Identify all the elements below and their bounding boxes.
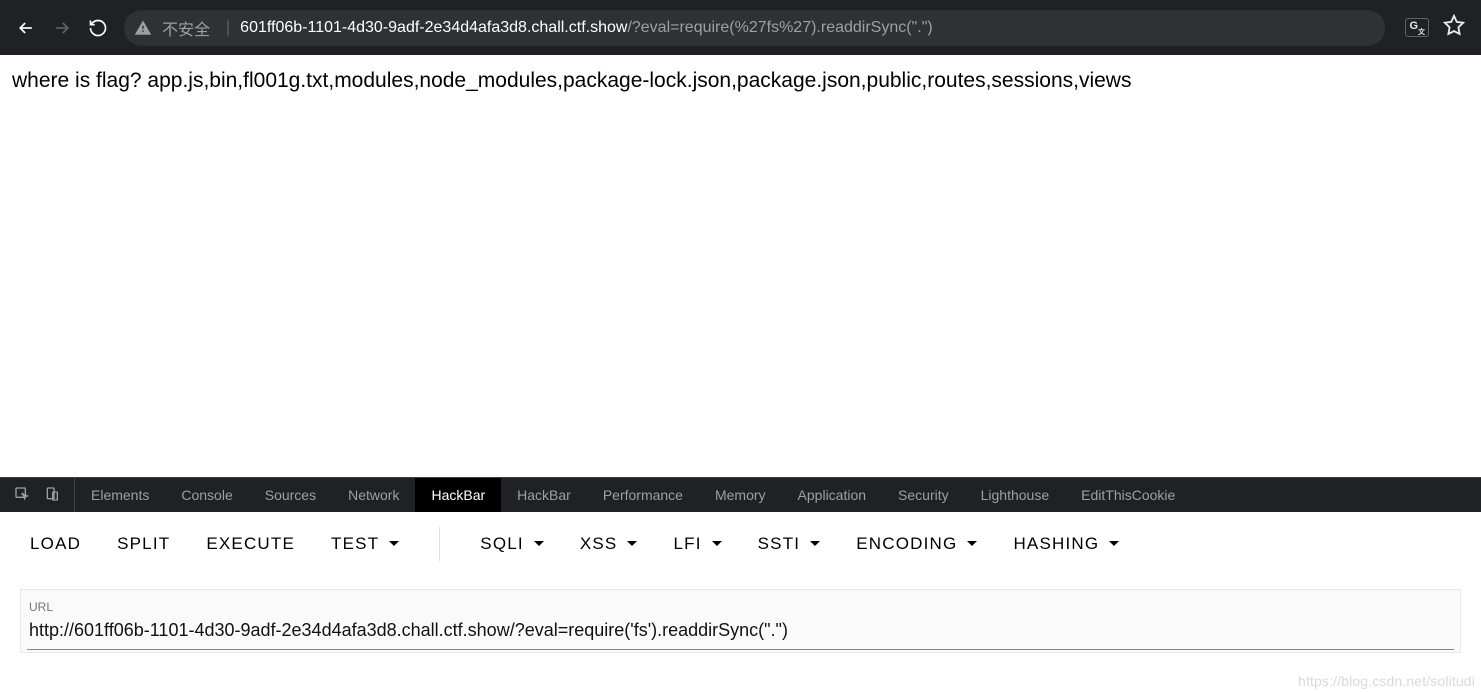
- insecure-label: 不安全: [162, 16, 210, 40]
- back-button[interactable]: [8, 10, 44, 46]
- hackbar-test-dropdown[interactable]: TEST: [331, 534, 399, 554]
- caret-down-icon: [967, 541, 977, 546]
- device-toggle-icon[interactable]: [44, 486, 60, 505]
- hackbar-toolbar: LOAD SPLIT EXECUTE TEST SQLI XSS LFI SST…: [0, 512, 1481, 575]
- hackbar-encoding-dropdown[interactable]: ENCODING: [856, 534, 977, 554]
- address-bar[interactable]: 不安全 | 601ff06b-1101-4d30-9adf-2e34d4afa3…: [124, 10, 1385, 46]
- browser-toolbar: 不安全 | 601ff06b-1101-4d30-9adf-2e34d4afa3…: [0, 0, 1481, 55]
- hackbar-url-section: URL: [0, 575, 1481, 693]
- url-hostname: 601ff06b-1101-4d30-9adf-2e34d4afa3d8.cha…: [240, 19, 627, 37]
- reload-button[interactable]: [80, 10, 116, 46]
- caret-down-icon: [1109, 541, 1119, 546]
- tab-hackbar-2[interactable]: HackBar: [501, 478, 587, 512]
- bookmark-star-icon[interactable]: [1443, 14, 1465, 41]
- hackbar-hashing-dropdown[interactable]: HASHING: [1013, 534, 1119, 554]
- toolbar-right-icons: G文: [1393, 14, 1473, 41]
- hackbar-sqli-dropdown[interactable]: SQLI: [480, 534, 544, 554]
- translate-icon[interactable]: G文: [1405, 18, 1429, 37]
- caret-down-icon: [389, 541, 399, 546]
- tab-lighthouse[interactable]: Lighthouse: [965, 478, 1066, 512]
- caret-down-icon: [810, 541, 820, 546]
- tab-hackbar-active[interactable]: HackBar: [415, 478, 501, 512]
- caret-down-icon: [627, 541, 637, 546]
- hackbar-split-button[interactable]: SPLIT: [117, 534, 170, 554]
- tab-network[interactable]: Network: [332, 478, 415, 512]
- tab-editthiscookie[interactable]: EditThisCookie: [1065, 478, 1191, 512]
- hackbar-url-box: URL: [20, 589, 1461, 653]
- tab-application[interactable]: Application: [782, 478, 883, 512]
- tab-performance[interactable]: Performance: [587, 478, 699, 512]
- url-path: /?eval=require(%27fs%27).readdirSync("."…: [627, 19, 932, 37]
- hackbar-xss-dropdown[interactable]: XSS: [580, 534, 638, 554]
- tab-memory[interactable]: Memory: [699, 478, 782, 512]
- tab-elements[interactable]: Elements: [75, 478, 165, 512]
- tab-console[interactable]: Console: [165, 478, 248, 512]
- hackbar-load-button[interactable]: LOAD: [30, 534, 81, 554]
- hackbar-execute-button[interactable]: EXECUTE: [206, 534, 295, 554]
- insecure-warning-icon: [134, 19, 152, 37]
- hackbar-url-label: URL: [27, 600, 1454, 616]
- devtools-tabstrip: Elements Console Sources Network HackBar…: [0, 478, 1481, 512]
- forward-button[interactable]: [44, 10, 80, 46]
- tab-sources[interactable]: Sources: [249, 478, 332, 512]
- caret-down-icon: [712, 541, 722, 546]
- tab-security[interactable]: Security: [882, 478, 965, 512]
- inspect-element-icon[interactable]: [14, 486, 30, 505]
- devtools-panel: Elements Console Sources Network HackBar…: [0, 477, 1481, 693]
- address-divider: |: [226, 19, 230, 37]
- hackbar-url-input[interactable]: [27, 616, 1454, 650]
- toolbar-separator: [439, 527, 440, 561]
- page-body-text: where is flag? app.js,bin,fl001g.txt,mod…: [0, 55, 1481, 107]
- hackbar-ssti-dropdown[interactable]: SSTI: [758, 534, 821, 554]
- caret-down-icon: [534, 541, 544, 546]
- hackbar-lfi-dropdown[interactable]: LFI: [673, 534, 721, 554]
